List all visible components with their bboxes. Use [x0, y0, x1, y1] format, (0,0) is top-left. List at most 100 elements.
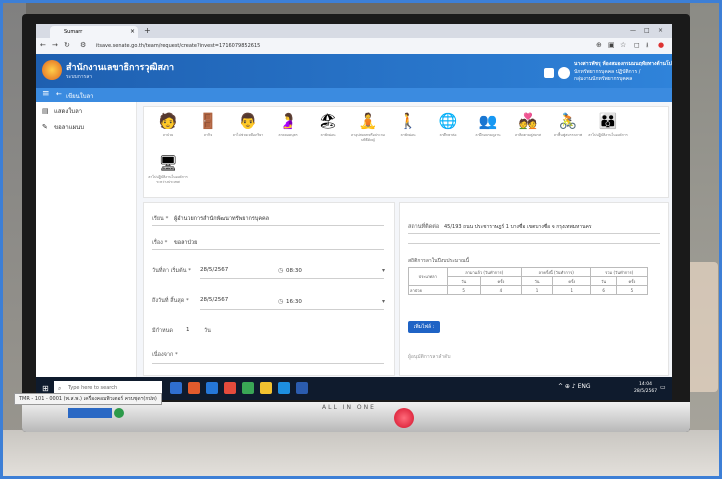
- back-icon[interactable]: ←: [56, 90, 62, 98]
- leave-type-icon: 🤰: [278, 112, 298, 130]
- leave-type-vacation[interactable]: 🏖 ลาพักผ่อน: [308, 111, 348, 138]
- forward-arrow-icon[interactable]: →: [52, 41, 58, 49]
- leave-type-icon: 🚶: [398, 112, 418, 130]
- address-field[interactable]: 45/193 ถนน ประชาราษฎร์ 1 บางซื่อ เขตบางซ…: [444, 223, 592, 231]
- table-subheader: วัน: [520, 276, 554, 286]
- line-icon[interactable]: [242, 382, 254, 394]
- org-name: สำนักงานเลขาธิการวุฒิสภา: [66, 63, 175, 73]
- extension-icon[interactable]: ▣: [608, 41, 615, 49]
- bookmark-star-icon[interactable]: ☆: [620, 41, 626, 49]
- maximize-icon[interactable]: □: [644, 27, 650, 34]
- address-label: สถานที่ติดต่อ: [408, 224, 440, 230]
- download-icon[interactable]: ⭳: [646, 41, 648, 52]
- user-name: นางสาวพัชรุ ห้องสมองกรมมนฤทัยทางด้านโป: [574, 61, 672, 67]
- office-icon[interactable]: [188, 382, 200, 394]
- end-time-field[interactable]: 16:30: [286, 299, 302, 305]
- windows-start-icon[interactable]: ⊞: [42, 384, 49, 393]
- leave-type-label: ลากิจ: [203, 133, 213, 137]
- word-icon[interactable]: [296, 382, 308, 394]
- leave-type-help-wife[interactable]: 👨 ลาไปช่วยเหลือภริยา: [228, 111, 268, 138]
- taskview-icon[interactable]: [170, 382, 182, 394]
- leave-type-icon: 👪: [598, 112, 618, 130]
- leave-type-icon: 🚪: [198, 112, 218, 130]
- sidebar-item-label: แสดงใบลา: [54, 108, 83, 115]
- leave-type-label: ลาฝึกอบรมดูงาน: [475, 133, 501, 137]
- subject-field[interactable]: ขอลาป่วย: [174, 239, 197, 247]
- avatar[interactable]: [558, 67, 570, 79]
- start-time-field[interactable]: 08:30: [286, 268, 302, 274]
- stats-title: สถิติการลาในปีงบประมาณนี้: [408, 258, 470, 264]
- page-title: เขียนใบลา: [66, 93, 94, 100]
- table-cell: 5: [615, 285, 649, 295]
- subject-label: เรื่อง *: [152, 240, 168, 246]
- chevron-down-icon[interactable]: ▾: [382, 267, 385, 274]
- leave-type-rest[interactable]: 🚶 ลาพักผ่อน: [388, 111, 428, 138]
- clock-icon: ◷: [278, 298, 284, 305]
- to-field[interactable]: ผู้อำนวยการสำนักพัฒนาทรัพยากรบุคคล: [174, 215, 269, 223]
- translate-icon[interactable]: ⊕: [596, 41, 602, 49]
- system-tray[interactable]: ^ ⊕ ♪ ENG: [558, 383, 591, 390]
- table-subheader: ครั้ง: [615, 276, 649, 286]
- total-unit: วัน: [204, 328, 211, 334]
- sidebar-item-view-leave[interactable]: ▤ แสดงใบลา: [42, 106, 82, 116]
- leave-type-maternity[interactable]: 🤰 ลาคลอดบุตร: [268, 111, 308, 138]
- leave-type-ordination[interactable]: 🧘 ลาอุปสมบทหรือประกอบพิธีฮัจญ์: [348, 111, 388, 143]
- profile-icon[interactable]: ●: [658, 41, 664, 49]
- clock-icon: ◷: [278, 267, 284, 274]
- user-department: กลุ่มงานนักทรัพยากรบุคคล: [574, 76, 633, 82]
- taskbar-clock[interactable]: 14:04 28/5/2567: [634, 381, 657, 395]
- start-date-field[interactable]: 28/5/2567: [200, 267, 228, 273]
- sidebar-item-request[interactable]: ✎ ขอลาแผนบ: [42, 122, 84, 132]
- start-date-label: วันที่ลา เริ่มต้น *: [152, 268, 191, 274]
- monitor: Sumarr × + — □ × ← → ↻ ⚙ itsave.senate.g…: [22, 14, 690, 432]
- tab-title: Sumarr: [64, 29, 83, 35]
- reload-icon[interactable]: ↻: [64, 41, 70, 49]
- browser-tab[interactable]: Sumarr ×: [50, 26, 138, 38]
- search-icon: ⌕: [58, 385, 62, 392]
- minimize-icon[interactable]: —: [630, 27, 636, 34]
- menu-icon[interactable]: ≡: [42, 89, 50, 99]
- edit-icon: ✎: [42, 123, 48, 131]
- close-window-icon[interactable]: ×: [658, 27, 663, 34]
- edge-icon[interactable]: [206, 382, 218, 394]
- back-arrow-icon[interactable]: ←: [40, 41, 46, 49]
- leave-stats-table: ประเภทลา ลามาแล้ว (วันทำการ) ลาครั้งนี้ …: [408, 267, 649, 295]
- site-info-icon[interactable]: ⚙: [80, 41, 86, 49]
- address-underline: [408, 233, 660, 234]
- tab-close-icon[interactable]: ×: [130, 26, 135, 38]
- table-subheader: วัน: [446, 276, 481, 286]
- table-header: ประเภทลา: [408, 267, 448, 286]
- blue-sticker: [68, 408, 112, 418]
- end-date-field[interactable]: 28/5/2567: [200, 297, 228, 303]
- leave-type-sick[interactable]: 🧑 ลาป่วย: [148, 111, 188, 138]
- reason-underline[interactable]: [152, 363, 384, 364]
- app-icon[interactable]: [278, 382, 290, 394]
- leave-type-label: ลาไปปฏิบัติงานในองค์การระหว่างประเทศ: [148, 175, 188, 184]
- explorer-icon[interactable]: [260, 382, 272, 394]
- apps-grid-icon[interactable]: [544, 68, 554, 78]
- table-cell: 5: [446, 285, 481, 295]
- leave-type-intl-org[interactable]: 🖥 ลาไปปฏิบัติงานในองค์การระหว่างประเทศ: [148, 153, 188, 185]
- sidepanel-icon[interactable]: ◻: [634, 41, 640, 49]
- leave-type-study[interactable]: 🌐 ลาศึกษาต่อ: [428, 111, 468, 138]
- leave-type-label: ลาพักผ่อน: [400, 133, 416, 137]
- leave-type-rehab[interactable]: 🚴 ลาฟื้นฟูสมรรถภาพ: [548, 111, 588, 138]
- leave-type-icon: 🧘: [358, 112, 378, 130]
- chrome-icon[interactable]: [224, 382, 236, 394]
- new-tab-icon[interactable]: +: [144, 26, 151, 35]
- desk-surface: [0, 430, 722, 479]
- leave-type-personal[interactable]: 🚪 ลากิจ: [188, 111, 228, 138]
- add-file-button[interactable]: เพิ่มไฟล์ :: [408, 321, 440, 333]
- leave-type-icon: 🌐: [438, 112, 458, 130]
- leave-type-org-work[interactable]: 👪 ลาไปปฏิบัติงานในองค์การ: [588, 111, 628, 138]
- leave-type-spouse[interactable]: 💑 ลาติดตามคู่สมรส: [508, 111, 548, 138]
- chevron-down-icon[interactable]: ▾: [382, 298, 385, 305]
- url-input[interactable]: itsave.senate.go.th/team/request/create?…: [96, 41, 596, 51]
- leave-type-label: ลาฟื้นฟูสมรรถภาพ: [553, 133, 583, 137]
- power-button-icon[interactable]: [394, 408, 414, 428]
- notification-icon[interactable]: ▭: [660, 384, 666, 391]
- leave-type-icon: 🚴: [558, 112, 578, 130]
- leave-type-label: ลาติดตามคู่สมรส: [514, 133, 541, 137]
- leave-type-training[interactable]: 👥 ลาฝึกอบรมดูงาน: [468, 111, 508, 138]
- monitor-chin: ALL IN ONE: [22, 402, 690, 432]
